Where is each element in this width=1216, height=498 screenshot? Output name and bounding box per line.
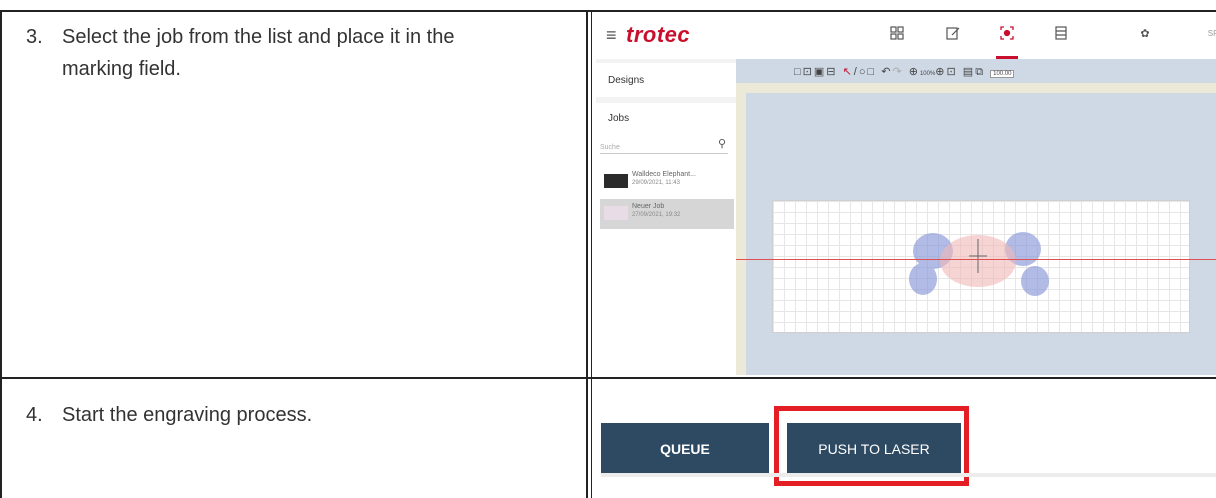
action-bar-bottom <box>601 473 1216 477</box>
left-ruler <box>736 93 746 375</box>
ellipse-icon[interactable]: ○ <box>859 66 868 78</box>
table-border-top <box>0 10 1216 12</box>
job-date: 27/09/2021, 19:32 <box>632 212 681 218</box>
import-icon[interactable]: ⊡ <box>803 66 814 78</box>
left-panel: Designs Jobs Suche ⚲ Walldeco Elephant..… <box>596 59 736 375</box>
zoom-icon[interactable]: ⊕ <box>909 66 920 78</box>
job-list-item[interactable]: Neuer Job 27/09/2021, 19:32 <box>600 199 734 229</box>
redo-icon[interactable]: ↷ <box>892 66 903 78</box>
zoom-fit-icon[interactable]: ⊡ <box>947 66 958 78</box>
top-ruler <box>736 83 1216 93</box>
new-icon[interactable]: □ <box>794 66 803 78</box>
jobs-label: Jobs <box>608 113 630 124</box>
group-icon[interactable]: ⧉ <box>975 66 985 78</box>
designs-label: Designs <box>608 75 645 86</box>
canvas-toolbar: □⊡▣⊟ ↖/○□ ↶↷ ⊕100%⊕⊡ ▤⧉ 100.00 <box>794 65 1015 79</box>
ruby-software-screenshot: ≡ trotec ✿ SP-5000-2 Designs Jobs Suche … <box>596 13 1216 375</box>
marking-field[interactable] <box>772 200 1190 333</box>
job-search-input[interactable]: Suche ⚲ <box>600 137 728 154</box>
job-thumbnail <box>604 206 628 220</box>
step-number: 3. <box>26 26 43 48</box>
step-text-line: Select the job from the list and place i… <box>62 26 455 48</box>
app-header: ≡ trotec ✿ SP-5000-2 <box>596 13 1216 60</box>
table-border-middle <box>0 377 1216 379</box>
job-name: Neuer Job <box>632 203 665 210</box>
device-label: SP-5000-2 <box>1207 29 1216 38</box>
job-thumbnail <box>604 174 628 188</box>
job-name: Walldeco Elephant... <box>632 171 696 178</box>
laser-position-line <box>736 259 1216 260</box>
menu-icon[interactable]: ≡ <box>606 25 617 46</box>
edit-icon[interactable] <box>944 25 962 43</box>
design-grid-icon[interactable] <box>888 25 906 43</box>
marking-canvas[interactable]: □⊡▣⊟ ↖/○□ ↶↷ ⊕100%⊕⊡ ▤⧉ 100.00 <box>736 59 1216 375</box>
designs-tab[interactable]: Designs <box>596 63 736 97</box>
undo-icon[interactable]: ↶ <box>881 66 892 78</box>
prepare-icon[interactable] <box>998 25 1016 43</box>
step-number: 4. <box>26 404 43 426</box>
job-preview[interactable] <box>773 201 1189 332</box>
trotec-logo: trotec <box>626 22 691 47</box>
zoom-in-icon[interactable]: ⊕ <box>935 66 946 78</box>
jobs-list-icon[interactable] <box>1052 25 1070 43</box>
value-field[interactable]: 100.00 <box>990 70 1015 78</box>
settings-icon[interactable]: ✿ <box>1136 25 1154 43</box>
step-text-line: marking field. <box>62 58 181 80</box>
action-bar: QUEUE PUSH TO LASER <box>593 404 1216 498</box>
search-icon[interactable]: ⚲ <box>718 137 726 150</box>
arrange-icon[interactable]: ▤ <box>963 66 975 78</box>
table-border-left <box>0 10 2 498</box>
search-placeholder: Suche <box>600 144 620 151</box>
job-list-item[interactable]: Walldeco Elephant... 29/09/2021, 11:43 <box>600 167 734 197</box>
job-date: 29/09/2021, 11:43 <box>632 180 680 186</box>
save-icon[interactable]: ▣ <box>814 66 826 78</box>
rectangle-icon[interactable]: □ <box>868 66 877 78</box>
table-divider <box>586 10 588 498</box>
table-divider-inner <box>591 10 592 498</box>
jobs-panel: Jobs Suche ⚲ Walldeco Elephant... 29/09/… <box>596 103 736 375</box>
queue-button[interactable]: QUEUE <box>601 423 769 473</box>
zoom-level: 100% <box>919 71 936 77</box>
step-text: Start the engraving process. <box>62 404 313 426</box>
pointer-icon[interactable]: ↖ <box>843 66 854 78</box>
export-icon[interactable]: ⊟ <box>826 66 837 78</box>
